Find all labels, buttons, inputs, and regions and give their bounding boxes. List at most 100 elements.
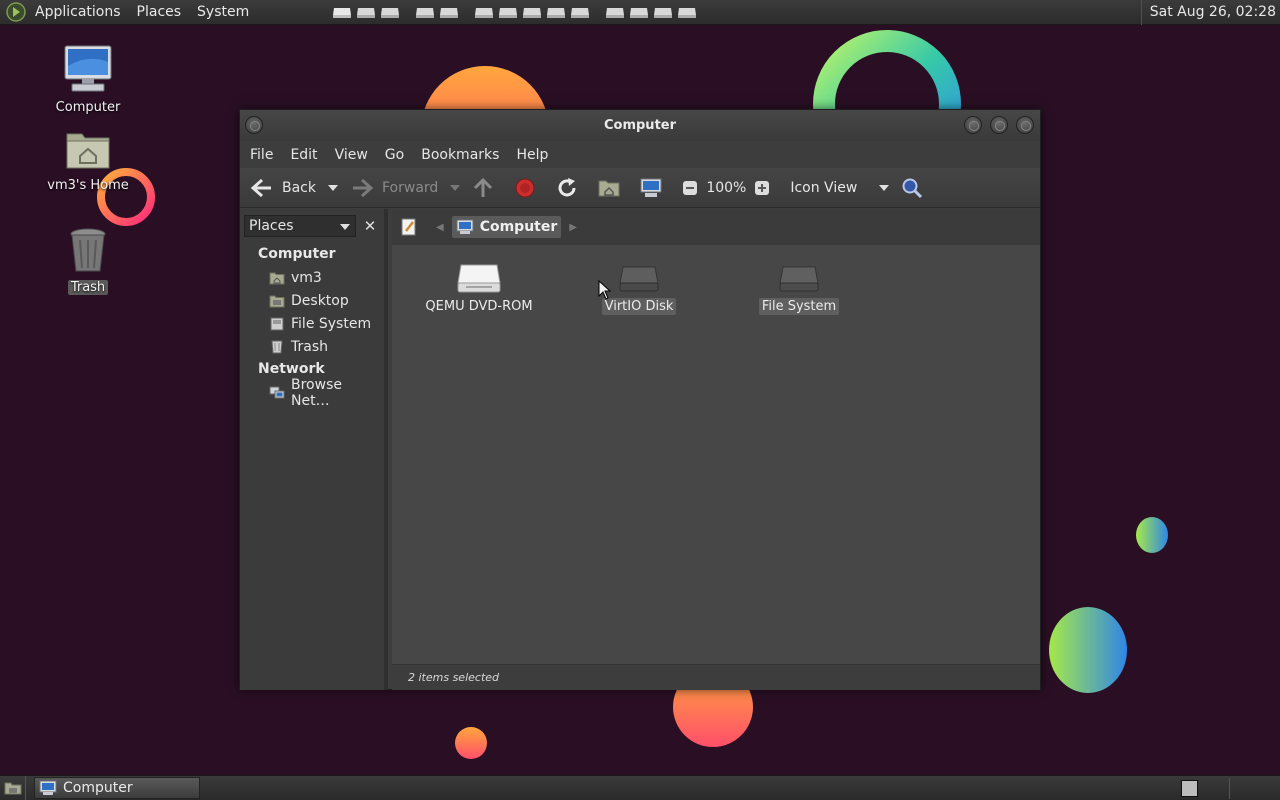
icon-view[interactable]: QEMU DVD-ROM VirtIO Disk File System xyxy=(392,245,1040,664)
menu-edit[interactable]: Edit xyxy=(283,147,324,163)
file-item-name: File System xyxy=(758,298,840,315)
menu-bookmarks[interactable]: Bookmarks xyxy=(414,147,506,163)
drive-launcher-icon[interactable] xyxy=(521,4,543,20)
status-bar: 2 items selected xyxy=(392,664,1040,690)
top-panel: Applications Places System Sat Aug 26, 0… xyxy=(0,0,1280,25)
zoom-out-icon[interactable] xyxy=(682,180,698,196)
computer-button[interactable] xyxy=(640,178,670,198)
panel-separator xyxy=(1229,778,1230,799)
optical-drive-icon xyxy=(457,264,501,293)
zoom-in-icon[interactable] xyxy=(754,180,770,196)
search-button[interactable] xyxy=(901,177,931,199)
menu-go[interactable]: Go xyxy=(378,147,411,163)
window-title: Computer xyxy=(603,118,677,133)
view-mode-dropdown-icon xyxy=(879,184,890,191)
network-icon xyxy=(269,386,285,398)
home-folder-icon xyxy=(598,180,620,196)
file-item-dvd-rom[interactable]: QEMU DVD-ROM xyxy=(414,261,544,315)
drive-launcher-icon[interactable] xyxy=(676,4,698,20)
back-label: Back xyxy=(282,179,316,196)
panel-clock[interactable]: Sat Aug 26, 02:28 xyxy=(1140,0,1276,25)
file-item-virtio-disk[interactable]: VirtIO Disk xyxy=(574,261,704,315)
status-text: 2 items selected xyxy=(408,671,500,684)
sidebar-item-file-system[interactable]: File System xyxy=(240,312,384,335)
places-menu[interactable]: Places xyxy=(129,0,190,25)
back-button[interactable]: Back xyxy=(250,178,338,198)
system-menu[interactable]: System xyxy=(189,0,257,25)
crumb-right-arrow-icon[interactable]: ▶ xyxy=(569,222,577,233)
workspace-switcher[interactable] xyxy=(1181,780,1198,797)
stop-button[interactable] xyxy=(514,177,544,199)
drive-launcher-icon[interactable] xyxy=(414,4,436,20)
desktop-folder-icon xyxy=(269,295,285,307)
launcher-group-3 xyxy=(473,4,593,20)
search-icon xyxy=(902,178,923,198)
launcher-group-1 xyxy=(331,4,403,20)
launcher-group-2 xyxy=(414,4,462,20)
menu-view[interactable]: View xyxy=(328,147,375,163)
back-arrow-icon xyxy=(250,178,271,197)
trash-icon xyxy=(271,340,283,353)
reload-button[interactable] xyxy=(556,177,586,199)
sidebar-type-label: Places xyxy=(249,218,294,234)
drive-launcher-icon[interactable] xyxy=(628,4,650,20)
home-folder-icon xyxy=(66,133,110,169)
sidebar-item-vm3[interactable]: vm3 xyxy=(240,266,384,289)
crumb-left-arrow-icon[interactable]: ◀ xyxy=(436,222,444,233)
applications-menu[interactable]: Applications xyxy=(27,0,129,25)
computer-icon xyxy=(64,45,112,92)
window-titlebar[interactable]: Computer xyxy=(240,110,1040,141)
home-button[interactable] xyxy=(598,178,628,198)
drive-launcher-icon[interactable] xyxy=(569,4,591,20)
file-item-file-system[interactable]: File System xyxy=(734,261,864,315)
drive-launcher-icon[interactable] xyxy=(604,4,626,20)
desktop-icon-label: Computer xyxy=(55,100,121,115)
main-menu: Applications Places System xyxy=(0,0,257,25)
desktop-icon-computer[interactable]: Computer xyxy=(38,44,138,115)
home-folder-icon xyxy=(269,272,285,284)
drive-launcher-icon[interactable] xyxy=(355,4,377,20)
file-item-name: VirtIO Disk xyxy=(601,298,677,315)
sidebar-item-browse-network[interactable]: Browse Net… xyxy=(240,377,384,409)
mouse-cursor-icon xyxy=(598,280,612,300)
back-history-dropdown-icon[interactable] xyxy=(328,184,338,191)
sidebar-close-icon[interactable]: ✕ xyxy=(360,216,380,236)
breadcrumb-computer[interactable]: Computer xyxy=(451,216,562,238)
forward-button[interactable]: Forward xyxy=(350,178,461,198)
menu-help[interactable]: Help xyxy=(509,147,555,163)
desktop-icon-label: vm3's Home xyxy=(47,178,129,193)
mate-logo-icon[interactable] xyxy=(5,1,27,23)
computer-icon xyxy=(456,219,474,234)
launcher-group-4 xyxy=(604,4,700,20)
show-desktop-button[interactable] xyxy=(0,775,26,800)
drive-launcher-icon[interactable] xyxy=(331,4,353,20)
sidebar-item-label: vm3 xyxy=(291,269,322,286)
sidebar-item-desktop[interactable]: Desktop xyxy=(240,289,384,312)
desktop-icon-label: Trash xyxy=(67,280,109,295)
view-mode-select[interactable]: Icon View xyxy=(790,180,890,196)
drive-launcher-icon[interactable] xyxy=(438,4,460,20)
desktop-icon-trash[interactable]: Trash xyxy=(38,226,138,295)
taskbar-item-computer[interactable]: Computer xyxy=(34,777,200,799)
drive-launcher-icon[interactable] xyxy=(545,4,567,20)
desktop-icon-home[interactable]: vm3's Home xyxy=(38,128,138,193)
show-desktop-icon xyxy=(4,782,21,795)
up-button[interactable] xyxy=(472,177,502,199)
sidebar-type-select[interactable]: Places xyxy=(244,215,356,237)
minimize-button[interactable] xyxy=(964,116,982,134)
forward-history-dropdown-icon[interactable] xyxy=(450,184,461,191)
menu-file[interactable]: File xyxy=(243,147,280,163)
breadcrumb-label: Computer xyxy=(479,219,558,235)
drive-launcher-icon[interactable] xyxy=(379,4,401,20)
edit-location-icon[interactable] xyxy=(400,218,418,236)
drive-launcher-icon[interactable] xyxy=(652,4,674,20)
taskbar-item-label: Computer xyxy=(63,780,133,796)
hard-disk-icon xyxy=(779,266,819,292)
close-button[interactable] xyxy=(1016,116,1034,134)
maximize-button[interactable] xyxy=(990,116,1008,134)
sidebar-item-trash[interactable]: Trash xyxy=(240,335,384,358)
drive-launcher-icon[interactable] xyxy=(473,4,495,20)
sidebar-section-computer: Computer xyxy=(258,246,336,262)
zoom-level: 100% xyxy=(706,179,747,196)
drive-launcher-icon[interactable] xyxy=(497,4,519,20)
